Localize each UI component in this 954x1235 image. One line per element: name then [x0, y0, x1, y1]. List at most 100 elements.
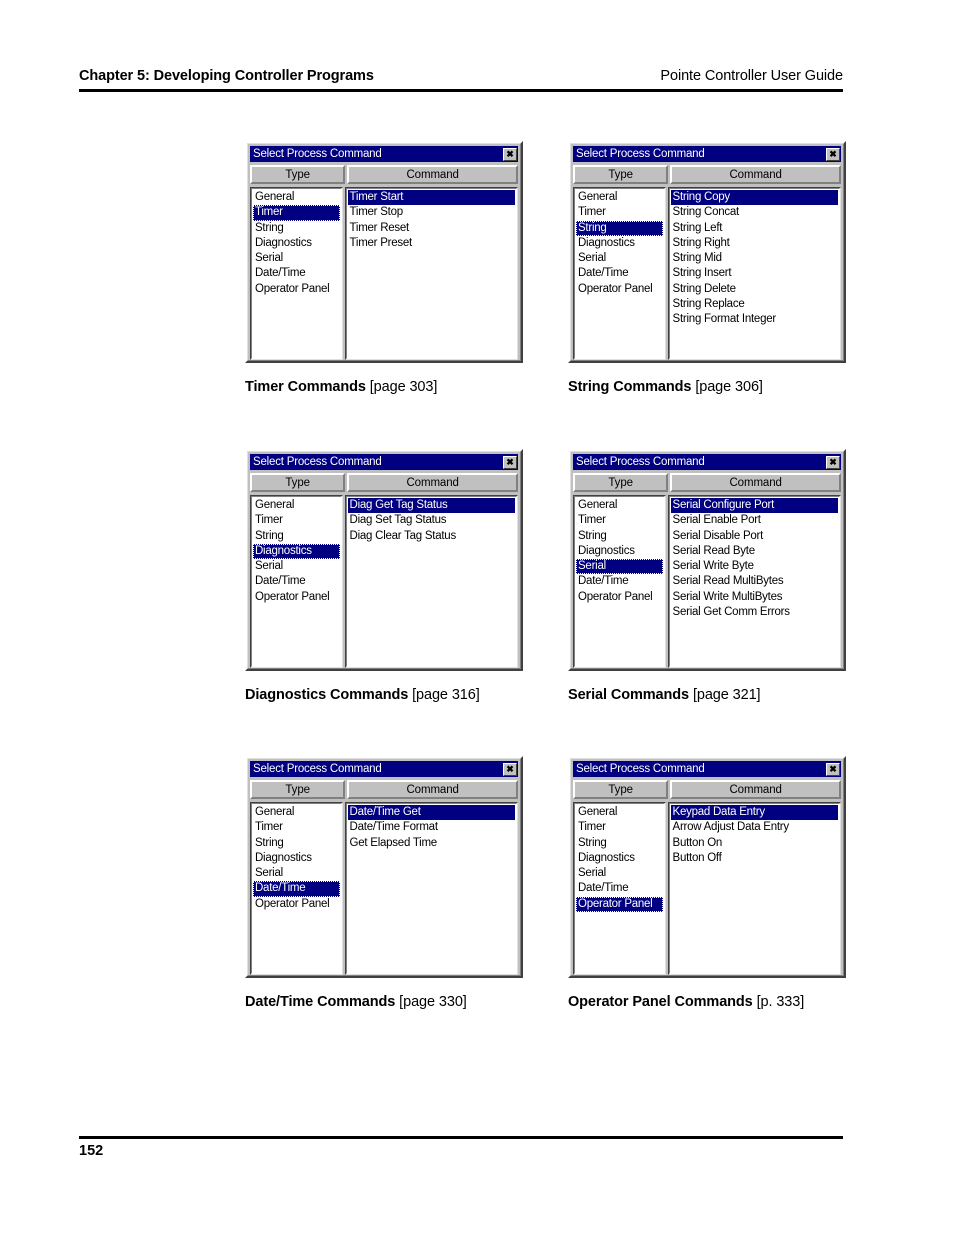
type-list-item[interactable]: Diagnostics — [576, 851, 663, 866]
command-list-item[interactable]: Timer Stop — [348, 205, 515, 220]
type-listbox[interactable]: General Timer String Diagnostics Serial Date/… — [250, 802, 343, 975]
type-listbox[interactable]: General Timer String Diagnostics Serial Date/… — [573, 187, 666, 360]
type-list-item[interactable]: String — [576, 836, 663, 851]
type-list-item[interactable]: Diagnostics — [576, 236, 663, 251]
type-column-header[interactable]: Type — [250, 165, 346, 184]
command-list-item[interactable]: Timer Start — [347, 190, 515, 206]
close-icon[interactable]: ✖ — [826, 762, 840, 776]
type-list-item[interactable]: Date/Time — [253, 266, 340, 281]
command-column-header[interactable]: Command — [670, 473, 841, 492]
command-listbox[interactable]: Date/Time Get Date/Time Format Get Elapsed… — [344, 802, 518, 975]
dialog-titlebar[interactable]: Select Process Command ✖ — [573, 146, 841, 162]
command-list-item[interactable]: String Delete — [671, 282, 838, 297]
type-list-item[interactable]: Diagnostics — [576, 544, 663, 559]
dialog-titlebar[interactable]: Select Process Command ✖ — [250, 454, 518, 470]
close-icon[interactable]: ✖ — [503, 147, 517, 161]
type-list-item[interactable]: General — [253, 805, 340, 820]
command-list-item[interactable]: Timer Preset — [348, 236, 515, 251]
close-icon[interactable]: ✖ — [503, 762, 517, 776]
type-list-item[interactable]: Timer — [253, 513, 340, 528]
type-list-item[interactable]: Timer — [576, 205, 663, 220]
type-listbox[interactable]: General Timer String Diagnostics Serial Date/… — [573, 495, 666, 668]
type-column-header[interactable]: Type — [573, 780, 669, 799]
type-column-header[interactable]: Type — [250, 473, 346, 492]
type-list-item[interactable]: General — [576, 805, 663, 820]
command-list-item[interactable]: Keypad Data Entry — [670, 805, 838, 821]
type-list-item[interactable]: Diagnostics — [253, 543, 340, 560]
type-list-item[interactable]: Timer — [576, 820, 663, 835]
command-list-item[interactable]: Button Off — [671, 851, 838, 866]
command-list-item[interactable]: String Insert — [671, 266, 838, 281]
close-icon[interactable]: ✖ — [826, 147, 840, 161]
command-list-item[interactable]: String Format Integer — [671, 312, 838, 327]
command-list-item[interactable]: Serial Read Byte — [671, 544, 838, 559]
close-icon[interactable]: ✖ — [503, 455, 517, 469]
command-list-item[interactable]: Serial Configure Port — [670, 498, 838, 514]
type-list-item[interactable]: Serial — [576, 866, 663, 881]
command-list-item[interactable]: Arrow Adjust Data Entry — [671, 820, 838, 835]
command-list-item[interactable]: Diag Clear Tag Status — [348, 529, 515, 544]
type-list-item[interactable]: Serial — [576, 559, 663, 575]
type-list-item[interactable]: Timer — [253, 820, 340, 835]
command-list-item[interactable]: Serial Read MultiBytes — [671, 574, 838, 589]
command-list-item[interactable]: Button On — [671, 836, 838, 851]
command-list-item[interactable]: Date/Time Format — [348, 820, 515, 835]
command-list-item[interactable]: Diag Set Tag Status — [348, 513, 515, 528]
type-list-item[interactable]: Serial — [576, 251, 663, 266]
type-list-item[interactable]: Date/Time — [576, 881, 663, 896]
command-column-header[interactable]: Command — [347, 165, 518, 184]
type-list-item[interactable]: General — [253, 498, 340, 513]
type-list-item[interactable]: General — [576, 190, 663, 205]
command-list-item[interactable]: String Copy — [670, 190, 838, 206]
close-icon[interactable]: ✖ — [826, 455, 840, 469]
type-column-header[interactable]: Type — [573, 165, 669, 184]
command-list-item[interactable]: Timer Reset — [348, 221, 515, 236]
command-column-header[interactable]: Command — [347, 780, 518, 799]
type-column-header[interactable]: Type — [573, 473, 669, 492]
command-list-item[interactable]: Date/Time Get — [347, 805, 515, 821]
type-list-item[interactable]: Diagnostics — [253, 236, 340, 251]
type-list-item[interactable]: General — [253, 190, 340, 205]
dialog-titlebar[interactable]: Select Process Command ✖ — [573, 761, 841, 777]
command-listbox[interactable]: String Copy String Concat String Left Strin… — [667, 187, 841, 360]
type-list-item[interactable]: Diagnostics — [253, 851, 340, 866]
command-listbox[interactable]: Timer Start Timer Stop Timer Reset Timer Pr… — [344, 187, 518, 360]
command-list-item[interactable]: String Right — [671, 236, 838, 251]
type-list-item[interactable]: Serial — [253, 559, 340, 574]
command-column-header[interactable]: Command — [670, 780, 841, 799]
command-list-item[interactable]: Serial Enable Port — [671, 513, 838, 528]
command-list-item[interactable]: Serial Disable Port — [671, 529, 838, 544]
command-listbox[interactable]: Diag Get Tag Status Diag Set Tag Status Di… — [344, 495, 518, 668]
type-list-item[interactable]: Operator Panel — [576, 590, 663, 605]
command-list-item[interactable]: Serial Write MultiBytes — [671, 590, 838, 605]
type-listbox[interactable]: General Timer String Diagnostics Serial Date/… — [573, 802, 666, 975]
command-list-item[interactable]: String Concat — [671, 205, 838, 220]
type-list-item[interactable]: General — [576, 498, 663, 513]
type-list-item[interactable]: Date/Time — [253, 574, 340, 589]
type-list-item[interactable]: String — [576, 529, 663, 544]
type-list-item[interactable]: Operator Panel — [576, 896, 663, 913]
type-column-header[interactable]: Type — [250, 780, 346, 799]
type-list-item[interactable]: Operator Panel — [253, 590, 340, 605]
command-list-item[interactable]: String Left — [671, 221, 838, 236]
command-list-item[interactable]: String Mid — [671, 251, 838, 266]
type-list-item[interactable]: String — [253, 529, 340, 544]
command-list-item[interactable]: Diag Get Tag Status — [347, 498, 515, 514]
command-column-header[interactable]: Command — [347, 473, 518, 492]
command-column-header[interactable]: Command — [670, 165, 841, 184]
type-list-item[interactable]: Operator Panel — [253, 282, 340, 297]
command-list-item[interactable]: String Replace — [671, 297, 838, 312]
type-list-item[interactable]: Date/Time — [576, 266, 663, 281]
type-list-item[interactable]: String — [253, 221, 340, 236]
command-listbox[interactable]: Serial Configure Port Serial Enable Port S… — [667, 495, 841, 668]
command-list-item[interactable]: Serial Get Comm Errors — [671, 605, 838, 620]
type-list-item[interactable]: String — [253, 836, 340, 851]
dialog-titlebar[interactable]: Select Process Command ✖ — [250, 761, 518, 777]
type-list-item[interactable]: Operator Panel — [253, 897, 340, 912]
dialog-titlebar[interactable]: Select Process Command ✖ — [250, 146, 518, 162]
type-list-item[interactable]: Timer — [576, 513, 663, 528]
type-listbox[interactable]: General Timer String Diagnostics Serial Date/… — [250, 495, 343, 668]
type-listbox[interactable]: General Timer String Diagnostics Serial Date/… — [250, 187, 343, 360]
type-list-item[interactable]: Date/Time — [253, 881, 340, 897]
type-list-item[interactable]: Serial — [253, 866, 340, 881]
